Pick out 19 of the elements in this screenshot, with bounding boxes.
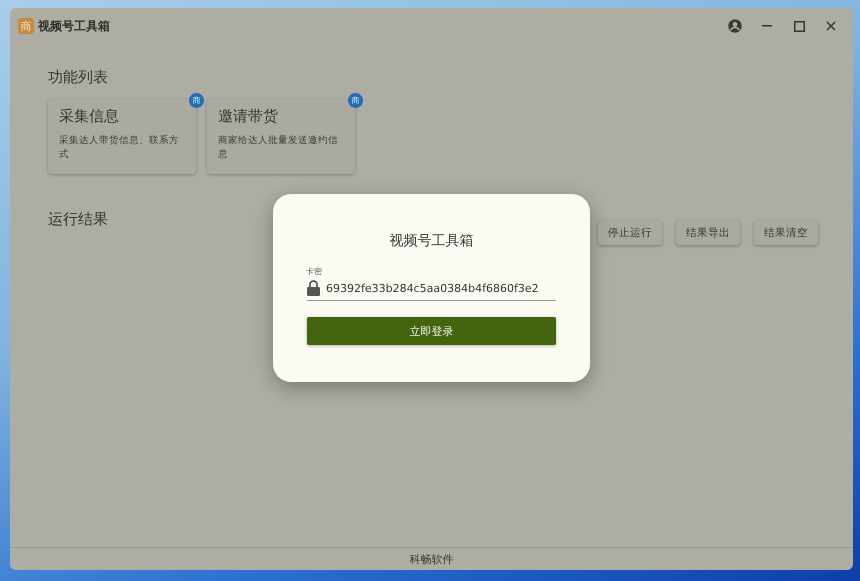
action-button[interactable]: 结果导出	[676, 220, 740, 245]
dialog-title: 视频号工具箱	[388, 232, 474, 250]
window-title: 视频号工具箱	[38, 18, 111, 34]
card-description: 商家给达人批量发送邀约信息	[218, 134, 339, 162]
card-badge: 商	[348, 93, 363, 108]
action-button[interactable]: 停止运行	[598, 220, 662, 245]
lock-icon	[307, 280, 320, 296]
card-description: 采集达人带货信息、联系方式	[59, 134, 180, 162]
card-title: 邀请带货	[218, 107, 279, 126]
login-button[interactable]: 立即登录	[307, 317, 556, 345]
app-logo: 商	[18, 18, 34, 34]
action-button[interactable]: 结果清空	[754, 220, 818, 245]
section-title: 运行结果	[48, 210, 108, 229]
field-label: 卡密	[306, 266, 322, 277]
section-title: 功能列表	[48, 68, 109, 87]
footer-text: 科畅软件	[10, 547, 853, 570]
card-title: 采集信息	[59, 107, 120, 126]
input-field[interactable]: 69392fe33b284c5aa0384b4f6860f3e2	[326, 282, 556, 294]
card-badge: 商	[189, 93, 204, 108]
